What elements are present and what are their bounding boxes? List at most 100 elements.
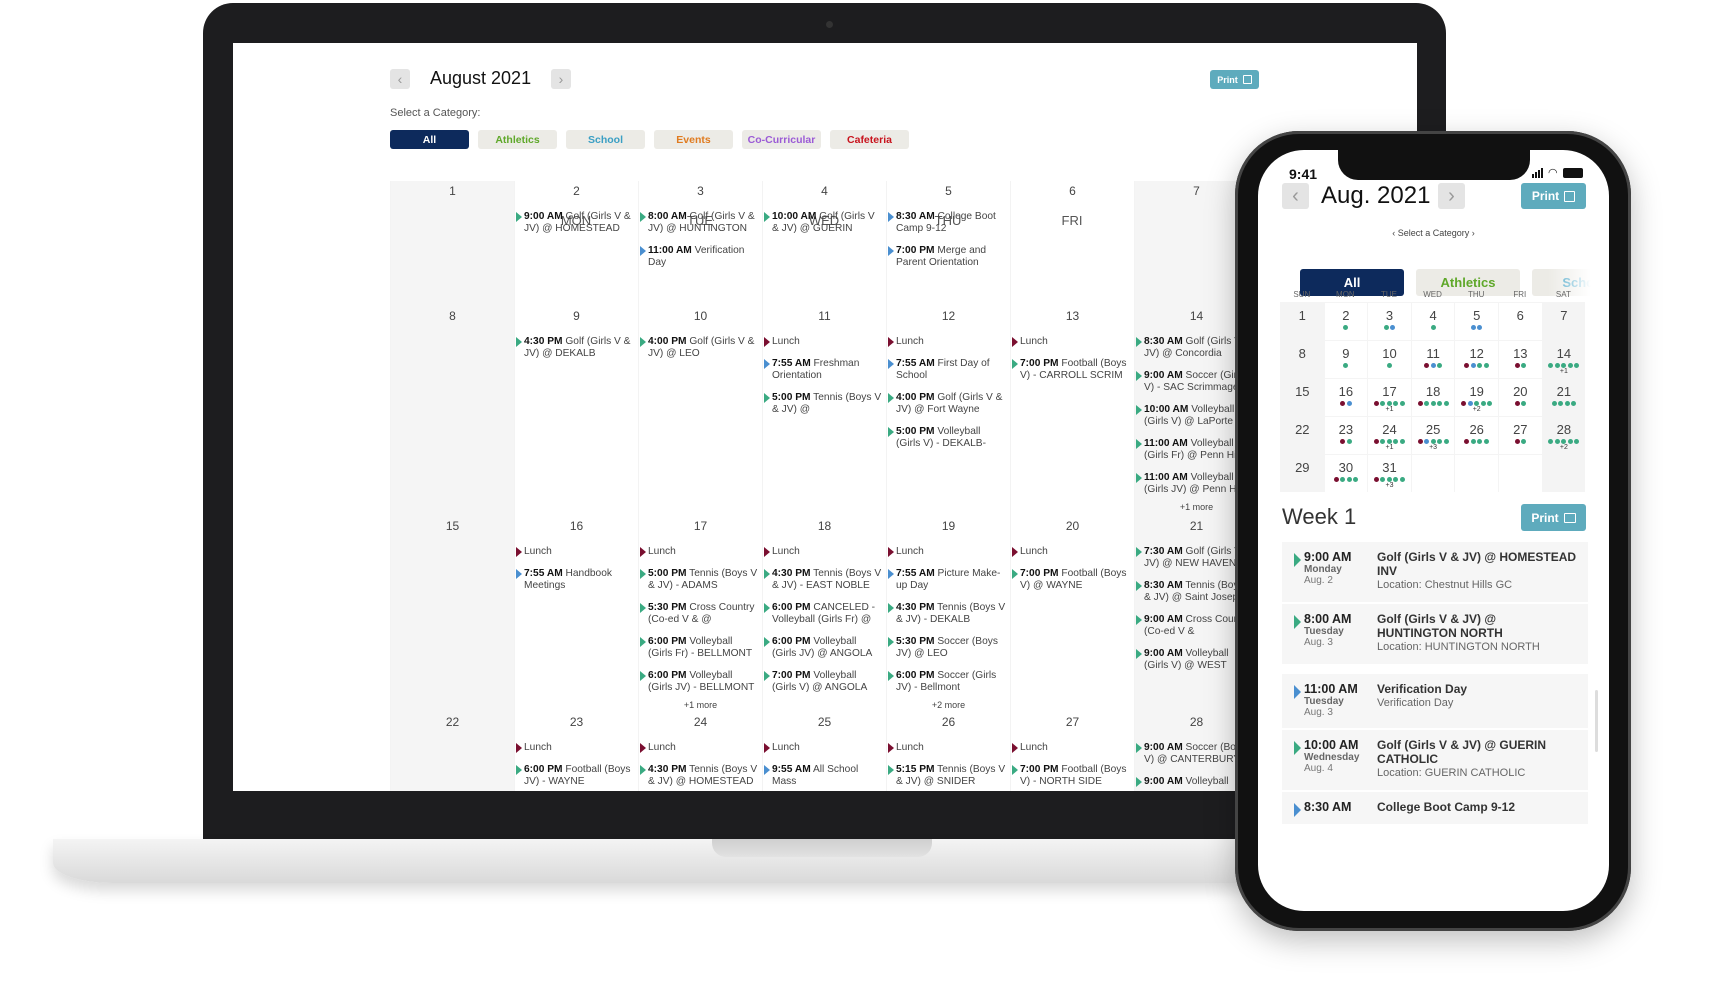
calendar-event[interactable]: 11:00 AM Verification Day: [639, 245, 762, 269]
more-events-link[interactable]: +2 more: [887, 700, 1010, 710]
category-chip-co-curricular[interactable]: Co-Curricular: [742, 130, 821, 149]
print-button[interactable]: Print: [1210, 70, 1259, 89]
calendar-event[interactable]: 5:30 PM Cross Country (Co-ed V & @: [639, 602, 762, 626]
mini-day-cell[interactable]: 12: [1454, 340, 1498, 378]
calendar-event[interactable]: 7:00 PM Merge and Parent Orientation: [887, 245, 1010, 269]
mini-day-cell[interactable]: 25 +3: [1410, 416, 1455, 454]
mini-day-cell[interactable]: 15: [1280, 378, 1324, 416]
calendar-event[interactable]: 6:00 PM CANCELED - Volleyball (Girls Fr)…: [763, 602, 886, 626]
mini-day-cell[interactable]: 26: [1454, 416, 1498, 454]
day-cell[interactable]: 26 Lunch 5:15 PM Tennis (Boys V & JV) @ SN…: [886, 712, 1010, 791]
mini-day-cell[interactable]: 14 +1: [1541, 340, 1586, 378]
calendar-event[interactable]: 7:00 PM Volleyball (Girls V) @ ANGOLA: [763, 670, 886, 694]
category-chip-events[interactable]: Events: [654, 130, 733, 149]
calendar-event[interactable]: 8:30 AM College Boot Camp 9-12: [887, 211, 1010, 235]
mini-day-cell[interactable]: 9: [1323, 340, 1368, 378]
day-cell[interactable]: 12 Lunch 7:55 AM First Day of School 4:00 P…: [886, 306, 1010, 516]
agenda-item[interactable]: 11:00 AM Tuesday Aug. 3 Verification Day Ver…: [1282, 674, 1588, 728]
calendar-event[interactable]: 7:00 PM Football (Boys V) @ WAYNE: [1011, 568, 1134, 592]
day-cell[interactable]: 15: [390, 516, 514, 712]
week-print-button[interactable]: Print: [1521, 504, 1586, 531]
day-cell[interactable]: 3 8:00 AM Golf (Girls V & JV) @ HUNTINGTO…: [638, 181, 762, 306]
day-cell[interactable]: 8: [390, 306, 514, 516]
calendar-event[interactable]: 5:15 PM Tennis (Boys V & JV) @ SNIDER: [887, 764, 1010, 788]
mini-day-cell[interactable]: 24 +1: [1367, 416, 1411, 454]
calendar-event[interactable]: 5:00 PM Tennis (Boys V & JV) - ADAMS: [639, 568, 762, 592]
day-cell[interactable]: 23 Lunch 6:00 PM Football (Boys JV) - WAYN…: [514, 712, 638, 791]
next-month-button[interactable]: ›: [1438, 183, 1465, 209]
lunch-event[interactable]: Lunch: [887, 742, 1010, 754]
calendar-event[interactable]: 7:55 AM Picture Make-up Day: [887, 568, 1010, 592]
calendar-event[interactable]: 5:00 PM Volleyball (Girls V) - DEKALB-: [887, 426, 1010, 450]
lunch-event[interactable]: Lunch: [763, 336, 886, 348]
day-cell[interactable]: 1: [390, 181, 514, 306]
calendar-event[interactable]: 4:30 PM Tennis (Boys V & JV) - DEKALB: [887, 602, 1010, 626]
calendar-event[interactable]: 8:00 AM Golf (Girls V & JV) @ HUNTINGTON: [639, 211, 762, 235]
lunch-event[interactable]: Lunch: [1011, 336, 1134, 348]
calendar-event[interactable]: 10:00 AM Golf (Girls V & JV) @ GUERIN: [763, 211, 886, 235]
mini-day-cell[interactable]: 11: [1410, 340, 1455, 378]
mini-day-cell[interactable]: 16: [1323, 378, 1368, 416]
lunch-event[interactable]: Lunch: [1011, 742, 1134, 754]
mini-day-cell[interactable]: 21: [1541, 378, 1586, 416]
day-cell[interactable]: 4 10:00 AM Golf (Girls V & JV) @ GUERIN: [762, 181, 886, 306]
calendar-event[interactable]: 9:00 AM Golf (Girls V & JV) @ HOMESTEAD: [515, 211, 638, 235]
agenda-item[interactable]: 8:30 AM College Boot Camp 9-12: [1282, 792, 1588, 824]
mini-day-cell[interactable]: 23: [1323, 416, 1368, 454]
agenda-item[interactable]: 9:00 AM Monday Aug. 2 Golf (Girls V & JV) @…: [1282, 542, 1588, 602]
day-cell[interactable]: 10 4:00 PM Golf (Girls V & JV) @ LEO: [638, 306, 762, 516]
mini-day-cell[interactable]: 2: [1323, 302, 1368, 340]
day-cell[interactable]: 19 Lunch 7:55 AM Picture Make-up Day 4:30 P…: [886, 516, 1010, 712]
calendar-event[interactable]: 6:00 PM Football (Boys JV) - WAYNE: [515, 764, 638, 788]
prev-month-button[interactable]: ‹: [1282, 183, 1309, 209]
prev-month-button[interactable]: ‹: [390, 69, 410, 89]
mini-day-cell[interactable]: 10: [1367, 340, 1411, 378]
category-next-icon[interactable]: ›: [1469, 228, 1475, 238]
calendar-event[interactable]: 7:55 AM Handbook Meetings: [515, 568, 638, 592]
day-cell[interactable]: 6: [1010, 181, 1134, 306]
calendar-event[interactable]: 5:30 PM Soccer (Boys JV) @ LEO: [887, 636, 1010, 660]
lunch-event[interactable]: Lunch: [1011, 546, 1134, 558]
mini-day-cell[interactable]: 28 +2: [1541, 416, 1586, 454]
calendar-event[interactable]: 5:00 PM Tennis (Boys V & JV) @: [763, 392, 886, 416]
mini-day-cell[interactable]: 13: [1498, 340, 1542, 378]
category-chip-athletics[interactable]: Athletics: [478, 130, 557, 149]
calendar-event[interactable]: 6:00 PM Volleyball (Girls Fr) - BELLMONT: [639, 636, 762, 660]
mini-day-cell[interactable]: 18: [1410, 378, 1455, 416]
lunch-event[interactable]: Lunch: [887, 336, 1010, 348]
day-cell[interactable]: 22: [390, 712, 514, 791]
lunch-event[interactable]: Lunch: [763, 546, 886, 558]
agenda-item[interactable]: 10:00 AM Wednesday Aug. 4 Golf (Girls V & J…: [1282, 730, 1588, 790]
calendar-event[interactable]: 4:30 PM Tennis (Boys V & JV) - EAST NOBL…: [763, 568, 886, 592]
calendar-event[interactable]: 6:00 PM Soccer (Girls JV) - Bellmont: [887, 670, 1010, 694]
mini-day-cell[interactable]: 31 +3: [1367, 454, 1411, 492]
day-cell[interactable]: 20 Lunch 7:00 PM Football (Boys V) @ WAYNE: [1010, 516, 1134, 712]
mini-day-cell[interactable]: 19 +2: [1454, 378, 1498, 416]
day-cell[interactable]: 11 Lunch 7:55 AM Freshman Orientation 5:00 …: [762, 306, 886, 516]
calendar-event[interactable]: 6:00 PM Volleyball (Girls JV) - BELLMONT: [639, 670, 762, 694]
calendar-event[interactable]: 4:30 PM Tennis (Boys V & JV) @ HOMESTEAD: [639, 764, 762, 788]
mini-day-cell[interactable]: 4: [1410, 302, 1455, 340]
lunch-event[interactable]: Lunch: [887, 546, 1010, 558]
mini-day-cell[interactable]: 29: [1280, 454, 1324, 492]
calendar-event[interactable]: 7:55 AM Freshman Orientation: [763, 358, 886, 382]
mini-day-cell[interactable]: 20: [1498, 378, 1542, 416]
calendar-event[interactable]: 6:00 PM Volleyball (Girls JV) @ ANGOLA: [763, 636, 886, 660]
mini-day-cell[interactable]: 30: [1323, 454, 1368, 492]
day-cell[interactable]: 5 8:30 AM College Boot Camp 9-12 7:00 PM M…: [886, 181, 1010, 306]
category-chip-all[interactable]: All: [390, 130, 469, 149]
mini-day-cell[interactable]: 3: [1367, 302, 1411, 340]
calendar-event[interactable]: 7:00 PM Football (Boys V) - NORTH SIDE: [1011, 764, 1134, 788]
mini-day-cell[interactable]: 5: [1454, 302, 1498, 340]
mini-day-cell[interactable]: 17 +1: [1367, 378, 1411, 416]
calendar-event[interactable]: 7:00 PM Football (Boys V) - CARROLL SCRI…: [1011, 358, 1134, 382]
day-cell[interactable]: 2 9:00 AM Golf (Girls V & JV) @ HOMESTEAD: [514, 181, 638, 306]
calendar-event[interactable]: 7:55 AM First Day of School: [887, 358, 1010, 382]
category-chip-cafeteria[interactable]: Cafeteria: [830, 130, 909, 149]
mini-day-cell[interactable]: 7: [1541, 302, 1586, 340]
calendar-event[interactable]: 4:00 PM Golf (Girls V & JV) @ Fort Wayne: [887, 392, 1010, 416]
calendar-event[interactable]: 4:30 PM Golf (Girls V & JV) @ DEKALB: [515, 336, 638, 360]
category-chip-school[interactable]: School: [566, 130, 645, 149]
mini-day-cell[interactable]: 6: [1498, 302, 1542, 340]
more-events-link[interactable]: +1 more: [639, 700, 762, 710]
